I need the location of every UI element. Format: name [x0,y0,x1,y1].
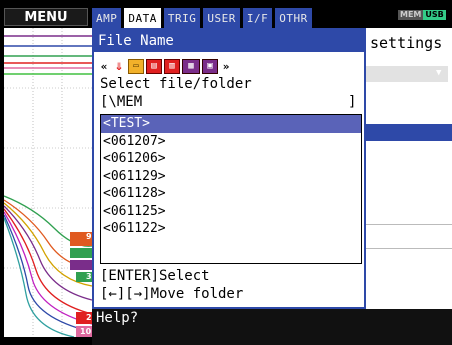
move-down-icon[interactable]: ⇓ [112,58,126,74]
usb-status: USB [423,10,446,20]
select-file-label: Select file/folder [100,76,252,92]
back-icon[interactable]: « [98,59,110,74]
tab-data[interactable]: DATA [124,8,161,28]
mem-status: MEM [398,10,424,20]
list-item[interactable]: <061206> [101,150,361,168]
list-item[interactable]: <061128> [101,185,361,203]
storage-status-badge: MEM USB [398,10,446,20]
channel-marker-10: 10 [80,327,92,336]
list-item[interactable]: <061129> [101,168,361,186]
recorder-screen: MENU AMP DATA TRIG USER I/F OTHR MEM USB [0,0,452,345]
help-bar: Help? [92,309,452,345]
tab-interface[interactable]: I/F [242,8,273,28]
rename-icon[interactable]: ▣ [202,58,218,74]
forward-icon[interactable]: » [220,59,232,74]
save-disk-icon[interactable]: ▤ [146,58,162,74]
waveform-plot [4,28,92,337]
file-name-dialog: File Name « ⇓ ▭ ▤ ▥ ▦ ▣ » Select file/fo… [92,28,366,309]
channel-marker-3: 3 [86,272,92,281]
menu-button[interactable]: MENU [4,8,88,26]
list-item[interactable]: <061207> [101,133,361,151]
channel-marker-9: 9 [86,232,92,241]
dialog-title: File Name [94,30,364,52]
list-item[interactable]: <TEST> [101,115,361,133]
tab-other[interactable]: OTHR [275,8,312,28]
file-list[interactable]: <TEST> <061207> <061206> <061129> <06112… [100,114,362,264]
move-folder-hint: [←][→]Move folder [100,286,244,302]
list-item[interactable]: <061122> [101,220,361,238]
divider [362,224,452,225]
tab-trig[interactable]: TRIG [163,8,201,28]
delete-icon[interactable]: ▥ [164,58,180,74]
settings-highlight-row [362,124,452,141]
file-toolbar: « ⇓ ▭ ▤ ▥ ▦ ▣ » [98,56,234,76]
tab-amp[interactable]: AMP [92,8,122,28]
dropdown-arrow-icon: ▼ [436,68,442,78]
current-path-close: ] [348,94,357,110]
settings-tabs: AMP DATA TRIG USER I/F OTHR [92,8,315,28]
new-folder-icon[interactable]: ▭ [128,58,144,74]
waveform-display: 9 3 2 10 [4,28,92,337]
channel-marker-2: 2 [86,313,92,322]
current-path: [\MEM [100,94,143,110]
tab-user[interactable]: USER [203,8,240,28]
enter-select-hint: [ENTER]Select [100,268,210,284]
divider [362,248,452,249]
settings-heading: settings [370,34,443,52]
copy-icon[interactable]: ▦ [182,58,200,74]
list-item[interactable]: <061125> [101,203,361,221]
